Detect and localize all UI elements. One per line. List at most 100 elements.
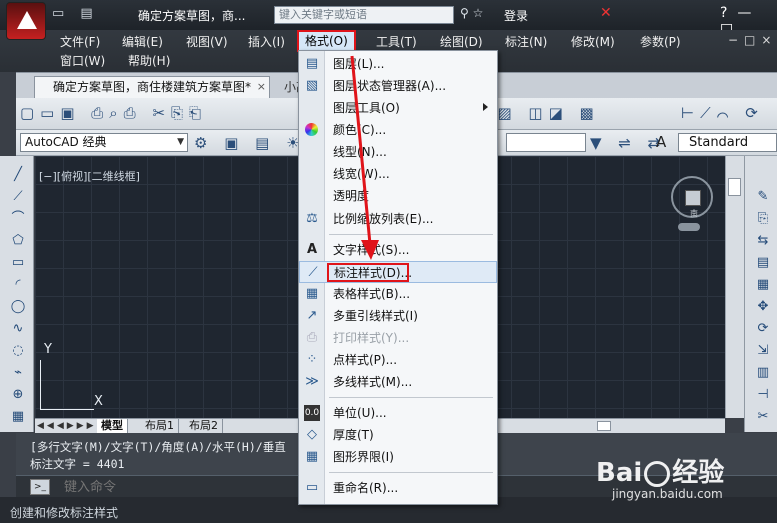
draw-tool-palette: ╱ ⟋ ⌒ ⬠ ▭ ◜ ◯ ∿ ◌ ⌁ ⊕ ▦ (0, 156, 34, 432)
menu-item-label: 比例缩放列表(E)... (333, 212, 434, 226)
watermark-text: Bai (596, 458, 643, 488)
dim-style-icon: ⟋ (308, 265, 318, 280)
horizontal-scroll-thumb[interactable] (597, 421, 611, 431)
workspace-select[interactable]: AutoCAD 经典 ▼ (20, 133, 188, 152)
doc-tab-label: 确定方案草图，商住楼建筑方案草图* (53, 80, 252, 94)
vertical-scroll-thumb[interactable] (728, 178, 741, 196)
modify-tool-icons[interactable]: ✎ ⎘ ⇆ ▤ ▦ ✥ ⟳ ⇲ ▥ ⊣ ✂ (753, 186, 773, 428)
menu-item-limits[interactable]: ▦ 图形界限(I) (299, 446, 497, 468)
text-style-icon[interactable]: A (656, 133, 672, 151)
menu-file[interactable]: 文件(F) (60, 33, 100, 51)
menu-item-layer-tools[interactable]: 图层工具(O) (299, 97, 497, 119)
login-button[interactable]: 登录 (504, 7, 528, 24)
menu-item-layer-state[interactable]: ▧ 图层状态管理器(A)... (299, 75, 497, 97)
command-history-line: 标注文字 = 4401 (30, 457, 125, 471)
toolbar-icons-right[interactable]: ⊢⟋⌒ ⟳ (681, 104, 764, 122)
thickness-icon: ◇ (307, 427, 317, 442)
menu-item-table-style[interactable]: ▦ 表格样式(B)... (299, 283, 497, 305)
layout-tab-model[interactable]: 模型 (97, 419, 128, 433)
doc-tab-active[interactable]: 确定方案草图，商住楼建筑方案草图* × (34, 76, 271, 98)
title-bar: ▭ ▤ 确定方案草图，商... 键入关键字或短语 ⚲ ☆ 登录 ✕ ?—□ (0, 0, 777, 40)
menu-dimension[interactable]: 标注(N) (505, 33, 547, 51)
viewport-controls[interactable]: [−][俯视][二维线框] (39, 168, 140, 184)
watermark-url: jingyan.baidu.com (612, 487, 723, 501)
layer-state-icon: ▧ (305, 78, 319, 93)
menu-modify[interactable]: 修改(M) (571, 33, 615, 51)
layout-tab-2[interactable]: 布局2 (185, 419, 223, 433)
menu-item-scale-list[interactable]: ⚖ 比例缩放列表(E)... (299, 208, 497, 230)
menu-tools[interactable]: 工具(T) (376, 33, 417, 51)
layer-select[interactable] (506, 133, 586, 152)
workspace-settings-icons[interactable]: ⚙ ▣ ▤ ☀ (194, 134, 306, 152)
search-input[interactable]: 键入关键字或短语 (274, 6, 454, 24)
search-binoculars-icon[interactable]: ⚲ ☆ (460, 6, 483, 20)
command-prompt-icon[interactable]: >_ (30, 479, 50, 495)
layout-tab-1[interactable]: 布局1 (141, 419, 179, 433)
ucs-x-axis (40, 409, 94, 410)
quick-access-toolbar[interactable]: ▭ ▤ (52, 6, 99, 21)
menu-item-thickness[interactable]: ◇ 厚度(T) (299, 424, 497, 446)
menu-parametric[interactable]: 参数(P) (640, 33, 681, 51)
menu-item-label: 多线样式(M)... (333, 375, 413, 389)
menu-item-layer[interactable]: ▤ 图层(L)... (299, 53, 497, 75)
viewcube-face[interactable] (685, 190, 701, 206)
menu-item-label: 线型(N)... (333, 145, 387, 159)
color-wheel-icon (305, 123, 318, 136)
menu-help[interactable]: 帮助(H) (128, 52, 170, 70)
menu-item-label: 线宽(W)... (333, 167, 390, 181)
scale-list-icon: ⚖ (306, 211, 318, 226)
menu-item-label: 图层(L)... (333, 57, 385, 71)
menu-window[interactable]: 窗口(W) (60, 52, 105, 70)
paw-icon (644, 460, 671, 487)
viewcube[interactable]: 南 (671, 176, 713, 218)
vertical-scrollbar[interactable] (725, 156, 744, 418)
toolbar-icons-left[interactable]: ▢▭▣ ⎙⌕⎙ ✂⎘⎗ (20, 104, 207, 122)
mline-style-icon: ≫ (305, 374, 319, 389)
menu-draw[interactable]: 绘图(D) (440, 33, 483, 51)
status-text: 创建和修改标注样式 (10, 506, 119, 520)
menu-format[interactable]: 格式(O) (297, 30, 356, 52)
layer-icon: ▤ (305, 56, 319, 71)
wcs-menu[interactable] (678, 223, 700, 231)
window-title: 确定方案草图，商... (138, 9, 246, 23)
menu-item-label: 图层工具(O) (333, 101, 400, 115)
menu-item-units[interactable]: 0.0 单位(U)... (299, 402, 497, 424)
menu-item-rename[interactable]: ▭ 重命名(R)... (299, 477, 497, 499)
menu-item-transparency[interactable]: 透明度 (299, 185, 497, 207)
baidu-watermark: Bai 经验 (596, 452, 724, 489)
layout-nav-arrows[interactable]: ◀◀◀▶▶▶ (37, 419, 97, 433)
autocad-logo-icon[interactable] (6, 2, 46, 40)
menu-edit[interactable]: 编辑(E) (122, 33, 163, 51)
menu-item-mleader-style[interactable]: ↗ 多重引线样式(I) (299, 305, 497, 327)
menu-item-label: 图层状态管理器(A)... (333, 79, 447, 93)
menu-item-lineweight[interactable]: 线宽(W)... (299, 163, 497, 185)
menu-item-label: 表格样式(B)... (333, 287, 411, 301)
text-style-icon: A (306, 242, 318, 257)
menu-item-label: 多重引线样式(I) (333, 309, 418, 323)
ucs-y-axis (40, 360, 41, 410)
menu-item-label: 图形界限(I) (333, 450, 394, 464)
draw-tool-icons[interactable]: ╱ ⟋ ⌒ ⬠ ▭ ◜ ◯ ∿ ◌ ⌁ ⊕ ▦ (8, 164, 28, 428)
menu-item-dim-style[interactable]: ⟋ 标注样式(D)... (299, 261, 497, 283)
workspace-value: AutoCAD 经典 (25, 135, 107, 149)
menu-item-point-style[interactable]: ⁘ 点样式(P)... (299, 349, 497, 371)
doc-window-controls[interactable]: −□× (728, 33, 777, 47)
menu-item-label: 单位(U)... (333, 406, 387, 420)
menu-item-linetype[interactable]: 线型(N)... (299, 141, 497, 163)
chevron-down-icon: ▼ (177, 137, 184, 147)
text-style-select[interactable]: Standard (678, 133, 777, 152)
menu-view[interactable]: 视图(V) (186, 33, 228, 51)
menu-item-mline-style[interactable]: ≫ 多线样式(M)... (299, 371, 497, 393)
menu-item-label: 打印样式(Y)... (333, 331, 410, 345)
plot-style-icon: ⎙ (306, 330, 318, 345)
menu-insert[interactable]: 插入(I) (248, 33, 285, 51)
units-icon: 0.0 (304, 405, 320, 421)
menu-item-label: 透明度 (333, 189, 370, 203)
exchange-icon[interactable]: ✕ (600, 5, 612, 21)
menu-separator (329, 234, 493, 235)
close-icon[interactable]: × (257, 77, 266, 97)
menu-item-text-style[interactable]: A 文字样式(S)... (299, 239, 497, 261)
menu-item-color[interactable]: 颜色(C)... (299, 119, 497, 141)
annotation-highlight-box (327, 263, 409, 282)
menu-separator (329, 472, 493, 473)
